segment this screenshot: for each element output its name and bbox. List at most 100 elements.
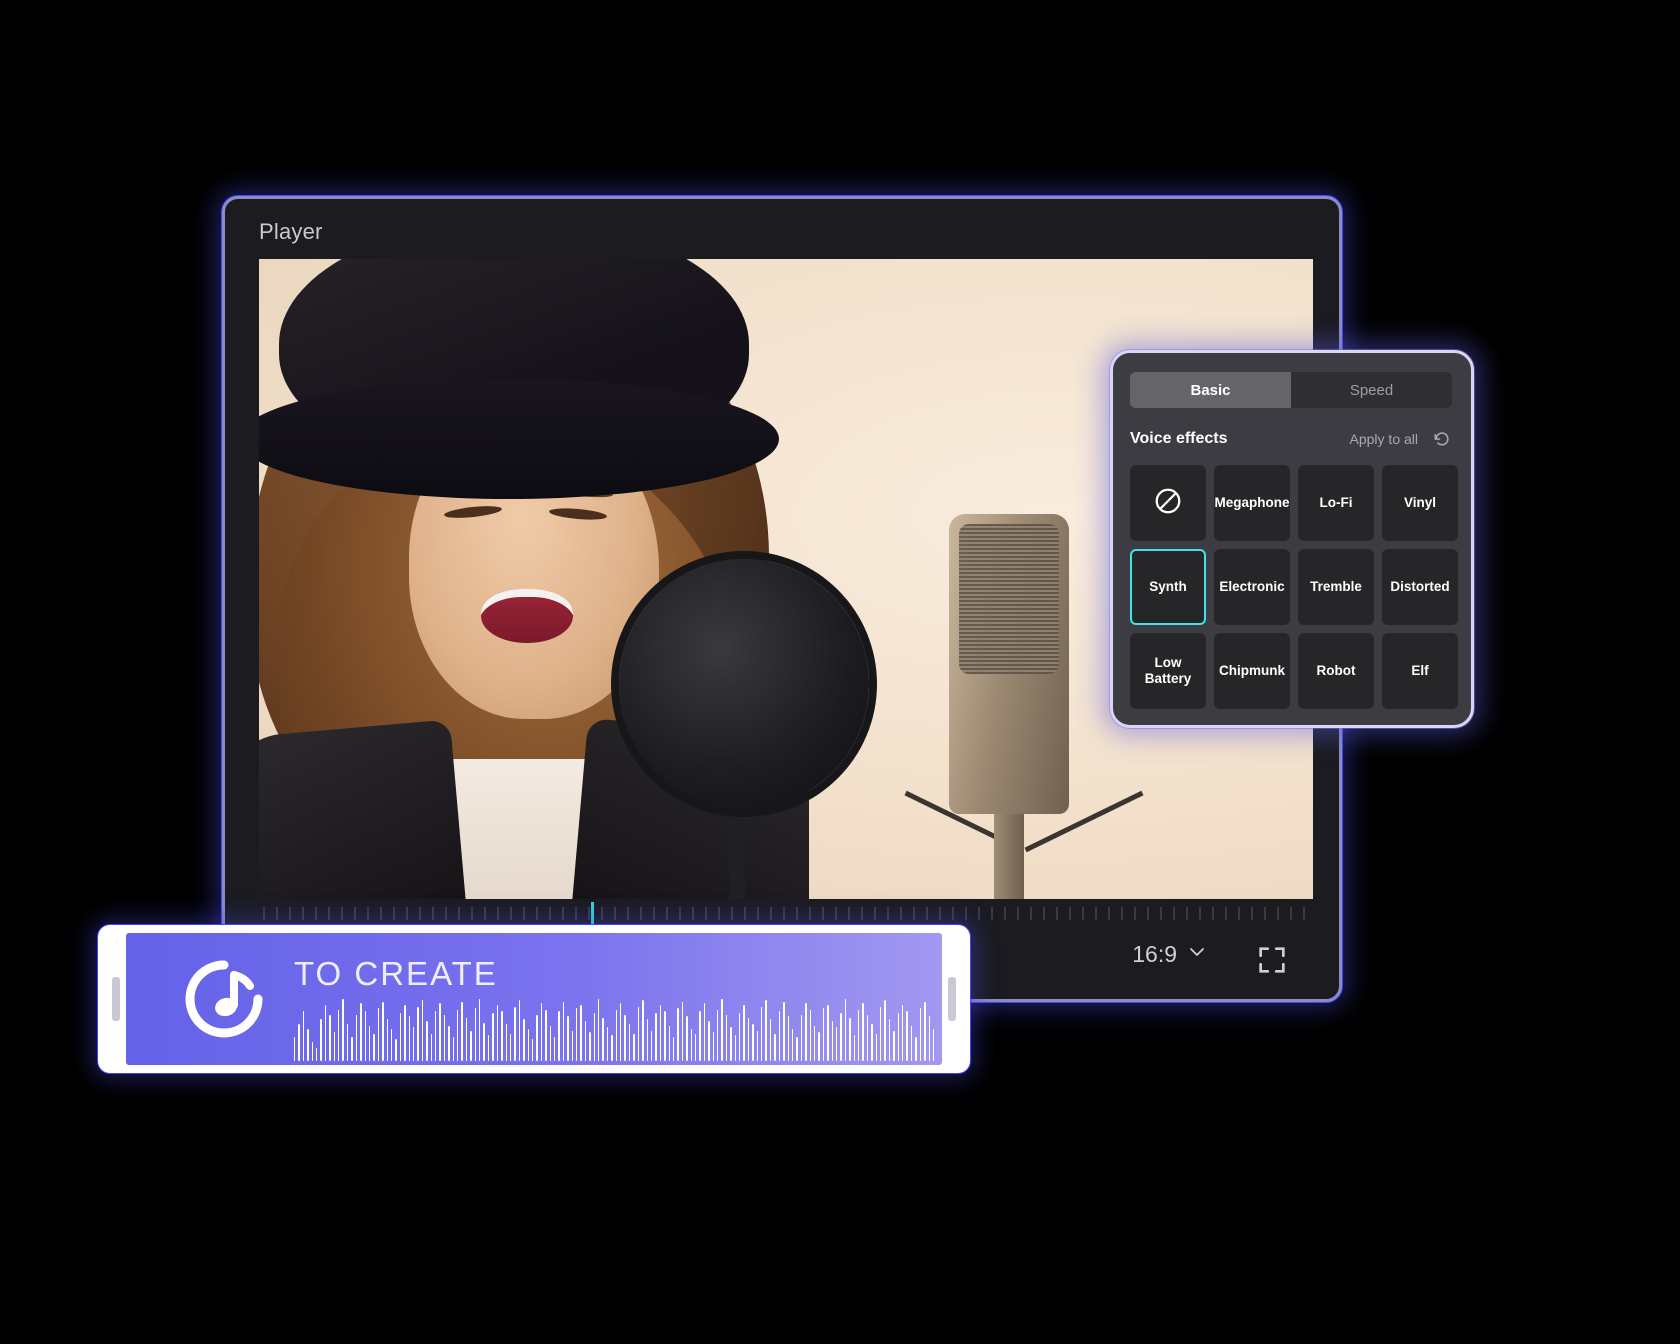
ruler-tick bbox=[640, 907, 642, 920]
waveform-bar bbox=[615, 1009, 618, 1061]
ruler-tick bbox=[1251, 907, 1253, 920]
fx-cell-electronic[interactable]: Electronic bbox=[1214, 549, 1290, 625]
none-forbidden-icon bbox=[1153, 486, 1183, 520]
waveform-bar bbox=[769, 1019, 772, 1061]
waveform-bar bbox=[474, 1008, 477, 1061]
ruler-tick bbox=[1121, 907, 1123, 920]
waveform-bar bbox=[932, 1029, 935, 1061]
ruler-tick bbox=[744, 907, 746, 920]
ruler-tick bbox=[900, 907, 902, 920]
waveform-bar bbox=[717, 1009, 719, 1061]
ruler-tick bbox=[952, 907, 954, 920]
fx-cell-none[interactable] bbox=[1130, 465, 1206, 541]
waveform-bar bbox=[871, 1024, 873, 1061]
fx-cell-tremble[interactable]: Tremble bbox=[1298, 549, 1374, 625]
aspect-ratio-selector[interactable]: 16:9 bbox=[1132, 941, 1207, 968]
waveform-bar bbox=[399, 1013, 402, 1061]
ruler-tick bbox=[783, 907, 785, 920]
waveform-bar bbox=[633, 1033, 635, 1061]
waveform-bar bbox=[342, 998, 344, 1061]
fx-cell-robot[interactable]: Robot bbox=[1298, 633, 1374, 709]
audio-clip-body[interactable]: TO CREATE bbox=[126, 933, 942, 1065]
waveform-bar bbox=[465, 1017, 468, 1061]
waveform-bar bbox=[928, 1016, 930, 1061]
waveform-bar bbox=[761, 1006, 763, 1061]
waveform-bar bbox=[915, 1037, 917, 1061]
ruler-tick bbox=[926, 907, 928, 920]
waveform-bar bbox=[725, 1014, 728, 1061]
waveform-bar bbox=[668, 1025, 670, 1061]
waveform-bar bbox=[457, 1009, 459, 1061]
waveform-bar bbox=[514, 1006, 516, 1061]
chevron-down-icon bbox=[1187, 941, 1207, 968]
trim-handle-right[interactable] bbox=[948, 977, 956, 1021]
waveform-bar bbox=[672, 1037, 675, 1061]
fx-cell-elf[interactable]: Elf bbox=[1382, 633, 1458, 709]
fx-cell-low-battery[interactable]: Low Battery bbox=[1130, 633, 1206, 709]
fx-cell-lo-fi[interactable]: Lo-Fi bbox=[1298, 465, 1374, 541]
waveform-bar bbox=[589, 1032, 591, 1061]
waveform-bar bbox=[835, 1027, 838, 1061]
fx-cell-label: Lo-Fi bbox=[1319, 494, 1353, 510]
waveform-bar bbox=[791, 1029, 794, 1061]
fx-cell-label: Low Battery bbox=[1144, 654, 1192, 686]
tab-basic[interactable]: Basic bbox=[1130, 372, 1291, 408]
ruler-tick bbox=[1043, 907, 1045, 920]
ruler-tick bbox=[419, 907, 421, 920]
waveform-bar bbox=[346, 1024, 349, 1061]
waveform-bar bbox=[333, 1032, 336, 1061]
waveform-bar bbox=[664, 1011, 666, 1061]
ruler-tick bbox=[471, 907, 473, 920]
waveform-bar bbox=[509, 1033, 512, 1061]
waveform-bar bbox=[712, 1032, 714, 1061]
ruler-tick bbox=[861, 907, 863, 920]
fx-cell-megaphone[interactable]: Megaphone bbox=[1214, 465, 1290, 541]
waveform-bar bbox=[888, 1019, 891, 1061]
ruler-tick bbox=[406, 907, 408, 920]
ruler-tick bbox=[393, 907, 395, 920]
waveform-bar bbox=[408, 1016, 410, 1061]
audio-clip[interactable]: TO CREATE bbox=[98, 925, 970, 1073]
waveform-bar bbox=[747, 1017, 750, 1061]
ruler-tick bbox=[328, 907, 330, 920]
waveform-bar bbox=[320, 1019, 322, 1061]
fullscreen-icon[interactable] bbox=[1255, 943, 1289, 977]
ruler-tick bbox=[1173, 907, 1175, 920]
waveform-bar bbox=[840, 1013, 842, 1061]
waveform-bar bbox=[646, 1019, 648, 1061]
reset-icon[interactable] bbox=[1432, 429, 1452, 449]
fx-cell-distorted[interactable]: Distorted bbox=[1382, 549, 1458, 625]
waveform-bar bbox=[765, 1000, 767, 1061]
fx-cell-synth[interactable]: Synth bbox=[1130, 549, 1206, 625]
ruler-tick bbox=[1004, 907, 1006, 920]
ruler-tick bbox=[978, 907, 980, 920]
waveform-bar bbox=[831, 1021, 833, 1061]
ruler-tick bbox=[1199, 907, 1201, 920]
waveform-bar bbox=[435, 1011, 437, 1061]
waveform-bar bbox=[479, 998, 481, 1061]
aspect-ratio-value: 16:9 bbox=[1132, 941, 1177, 967]
ruler-tick bbox=[445, 907, 447, 920]
waveform-bar bbox=[329, 1014, 331, 1061]
fx-cell-label: Electronic bbox=[1219, 578, 1285, 594]
tab-speed[interactable]: Speed bbox=[1291, 372, 1452, 408]
waveform-bar bbox=[351, 1037, 353, 1061]
waveform-bar bbox=[730, 1027, 732, 1061]
waveform-bar bbox=[377, 1008, 380, 1061]
waveform-bar bbox=[783, 1001, 785, 1061]
playhead[interactable] bbox=[591, 902, 594, 924]
waveform-bar bbox=[800, 1014, 803, 1061]
trim-handle-left[interactable] bbox=[112, 977, 120, 1021]
waveform-bar bbox=[483, 1022, 485, 1061]
waveform-bar bbox=[298, 1024, 300, 1061]
fx-cell-label: Distorted bbox=[1390, 578, 1450, 594]
waveform-bar bbox=[862, 1003, 864, 1061]
fx-cell-vinyl[interactable]: Vinyl bbox=[1382, 465, 1458, 541]
fx-cell-chipmunk[interactable]: Chipmunk bbox=[1214, 633, 1290, 709]
ruler-tick bbox=[718, 907, 720, 920]
apply-to-all-button[interactable]: Apply to all bbox=[1350, 431, 1418, 447]
waveform-bar bbox=[324, 1005, 327, 1061]
waveform-bar bbox=[686, 1016, 688, 1061]
waveform-bar bbox=[739, 1013, 741, 1061]
ruler-tick bbox=[913, 907, 915, 920]
